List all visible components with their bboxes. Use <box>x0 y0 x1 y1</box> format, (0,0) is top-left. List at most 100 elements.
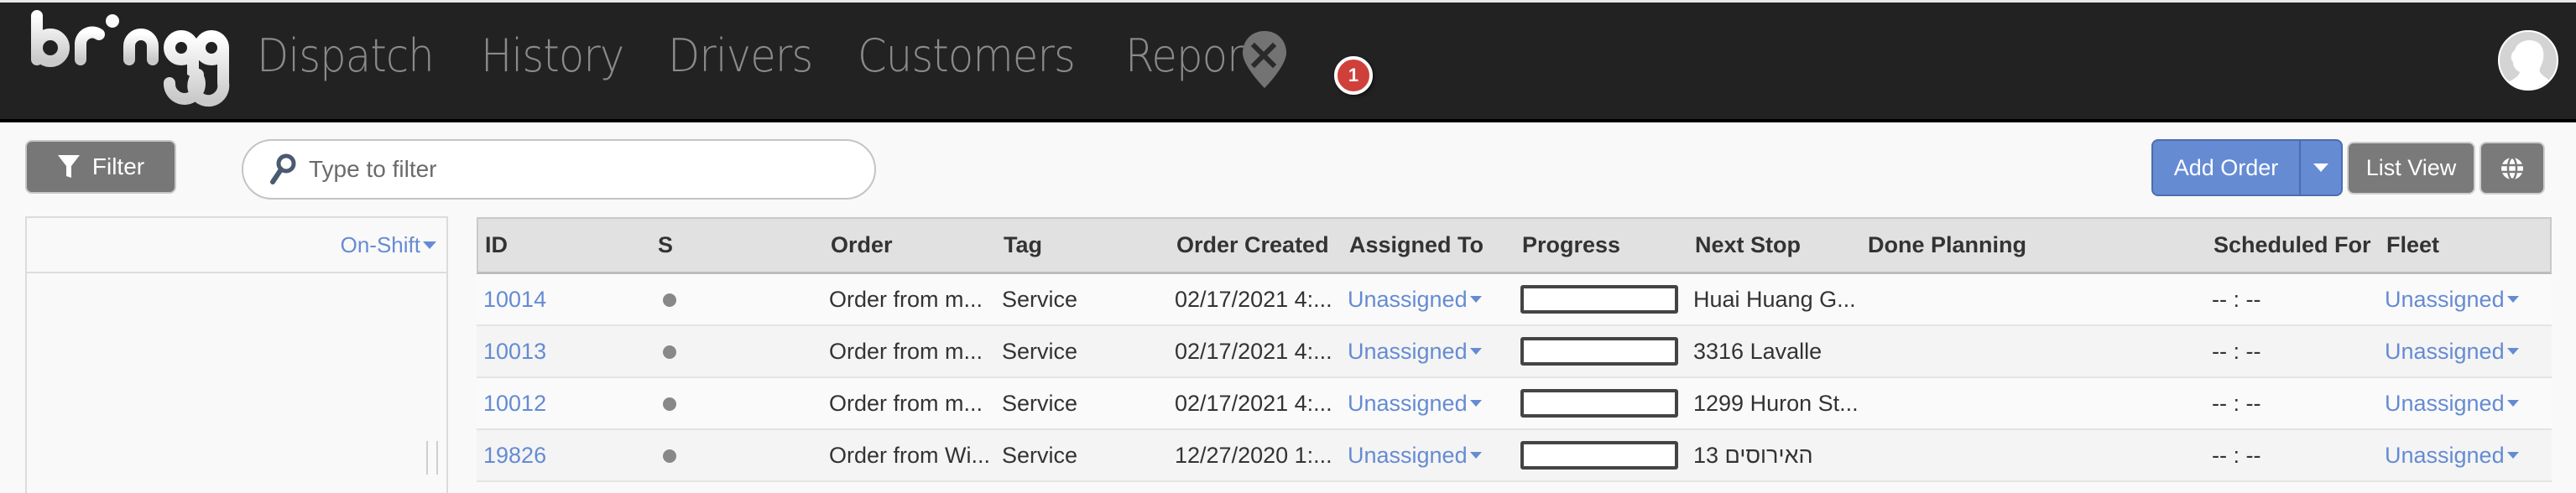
table-row[interactable]: 10013 Order from m... Service 02/17/2021… <box>477 326 2552 378</box>
bringg-logo[interactable] <box>25 8 235 110</box>
caret-down-icon <box>423 241 436 249</box>
order-created: 02/17/2021 4:... <box>1175 390 1332 416</box>
order-title: Order from m... <box>829 390 983 416</box>
side-panel-header: On-Shift <box>27 218 446 273</box>
table-header: ID S Order Tag Order Created Assigned To… <box>477 217 2552 274</box>
fleet-dropdown[interactable]: Unassigned <box>2385 339 2519 365</box>
fleet-dropdown[interactable]: Unassigned <box>2385 443 2519 469</box>
filter-button[interactable]: Filter <box>25 140 176 194</box>
add-order-dropdown-toggle[interactable] <box>2301 141 2341 195</box>
nav-customers[interactable]: Customers <box>858 24 1076 88</box>
column-header-progress[interactable]: Progress <box>1515 232 1688 258</box>
user-avatar-icon <box>2503 40 2557 89</box>
unassigned-alerts-button[interactable]: 1 <box>1235 28 1373 95</box>
drivers-side-panel: On-Shift <box>25 216 448 493</box>
order-tag: Service <box>1002 390 1078 416</box>
table-row[interactable]: 10012 Order from m... Service 02/17/2021… <box>477 378 2552 430</box>
progress-bar <box>1520 389 1678 418</box>
column-header-fleet[interactable]: Fleet <box>2380 232 2552 258</box>
caret-down-icon <box>1469 452 1482 459</box>
order-tag: Service <box>1002 338 1078 364</box>
add-order-button[interactable]: Add Order <box>2153 141 2301 195</box>
scheduled-for: -- : -- <box>2212 390 2261 416</box>
column-header-next-stop[interactable]: Next Stop <box>1688 232 1861 258</box>
on-shift-dropdown[interactable]: On-Shift <box>341 232 436 258</box>
scheduled-for: -- : -- <box>2212 286 2261 312</box>
next-stop: 3316 Lavalle <box>1693 338 1822 364</box>
panel-resize-handle[interactable] <box>426 441 438 475</box>
assigned-to-value: Unassigned <box>1348 286 1468 312</box>
scheduled-for: -- : -- <box>2212 338 2261 364</box>
fleet-value: Unassigned <box>2385 390 2505 416</box>
map-view-button[interactable] <box>2480 142 2545 195</box>
on-shift-label: On-Shift <box>340 231 420 257</box>
order-tag: Service <box>1002 442 1078 468</box>
next-stop: Huai Huang G... <box>1693 286 1856 312</box>
fleet-dropdown[interactable]: Unassigned <box>2385 391 2519 417</box>
column-header-order-created[interactable]: Order Created <box>1170 232 1343 258</box>
status-dot-icon <box>663 449 676 463</box>
table-body: 10014 Order from m... Service 02/17/2021… <box>477 274 2552 482</box>
orders-table: ID S Order Tag Order Created Assigned To… <box>477 217 2552 482</box>
fleet-value: Unassigned <box>2385 338 2505 364</box>
user-avatar[interactable] <box>2498 30 2558 91</box>
column-header-tag[interactable]: Tag <box>997 232 1170 258</box>
progress-bar <box>1520 441 1678 470</box>
status-dot-icon <box>663 345 676 359</box>
table-row[interactable]: 10014 Order from m... Service 02/17/2021… <box>477 274 2552 326</box>
column-header-done-planning[interactable]: Done Planning <box>1861 232 2207 258</box>
caret-down-icon <box>2506 400 2519 407</box>
assigned-to-value: Unassigned <box>1348 442 1468 468</box>
assigned-to-dropdown[interactable]: Unassigned <box>1348 287 1482 313</box>
caret-down-icon <box>2313 163 2328 172</box>
column-header-assigned-to[interactable]: Assigned To <box>1343 232 1515 258</box>
next-stop: 1299 Huron St... <box>1693 390 1859 416</box>
assigned-to-dropdown[interactable]: Unassigned <box>1348 443 1482 469</box>
list-view-button[interactable]: List View <box>2347 142 2475 195</box>
column-header-id[interactable]: ID <box>478 232 651 258</box>
order-tag: Service <box>1002 286 1078 312</box>
fleet-value: Unassigned <box>2385 442 2505 468</box>
fleet-dropdown[interactable]: Unassigned <box>2385 287 2519 313</box>
assigned-to-dropdown[interactable]: Unassigned <box>1348 339 1482 365</box>
order-id-link[interactable]: 10013 <box>483 339 546 364</box>
caret-down-icon <box>2506 452 2519 459</box>
assigned-to-value: Unassigned <box>1348 338 1468 364</box>
order-id-link[interactable]: 10014 <box>483 287 546 312</box>
search-box[interactable] <box>242 139 876 200</box>
table-row[interactable]: 19826 Order from Wi... Service 12/27/202… <box>477 430 2552 482</box>
order-created: 02/17/2021 4:... <box>1175 286 1332 312</box>
map-pin-x-icon <box>1243 31 1286 88</box>
order-id-link[interactable]: 10012 <box>483 391 546 416</box>
column-header-order[interactable]: Order <box>824 232 997 258</box>
caret-down-icon <box>2506 348 2519 355</box>
caret-down-icon <box>1469 400 1482 407</box>
filter-label: Filter <box>91 153 145 179</box>
globe-icon <box>2501 156 2523 180</box>
scheduled-for: -- : -- <box>2212 442 2261 468</box>
fleet-value: Unassigned <box>2385 286 2505 312</box>
status-dot-icon <box>663 293 676 307</box>
main-nav: Dispatch History Drivers Customers Repor… <box>257 24 1293 88</box>
order-created: 12/27/2020 1:... <box>1175 442 1332 468</box>
caret-down-icon <box>2506 296 2519 303</box>
add-order-split-button: Add Order <box>2151 139 2343 196</box>
nav-dispatch[interactable]: Dispatch <box>257 24 435 88</box>
assigned-to-value: Unassigned <box>1348 390 1468 416</box>
assigned-to-dropdown[interactable]: Unassigned <box>1348 391 1482 417</box>
order-id-link[interactable]: 19826 <box>483 443 546 468</box>
status-dot-icon <box>663 397 676 411</box>
funnel-icon <box>57 155 80 178</box>
order-created: 02/17/2021 4:... <box>1175 338 1332 364</box>
column-header-status[interactable]: S <box>651 232 824 258</box>
notification-badge: 1 <box>1334 56 1373 95</box>
nav-history[interactable]: History <box>481 24 624 88</box>
caret-down-icon <box>1469 296 1482 303</box>
search-input[interactable] <box>309 156 812 183</box>
order-title: Order from Wi... <box>829 442 991 468</box>
order-title: Order from m... <box>829 338 983 364</box>
column-header-scheduled-for[interactable]: Scheduled For <box>2207 232 2380 258</box>
top-navigation-bar: Dispatch History Drivers Customers Repor… <box>0 0 2576 122</box>
search-icon <box>270 153 296 184</box>
nav-drivers[interactable]: Drivers <box>668 24 813 88</box>
